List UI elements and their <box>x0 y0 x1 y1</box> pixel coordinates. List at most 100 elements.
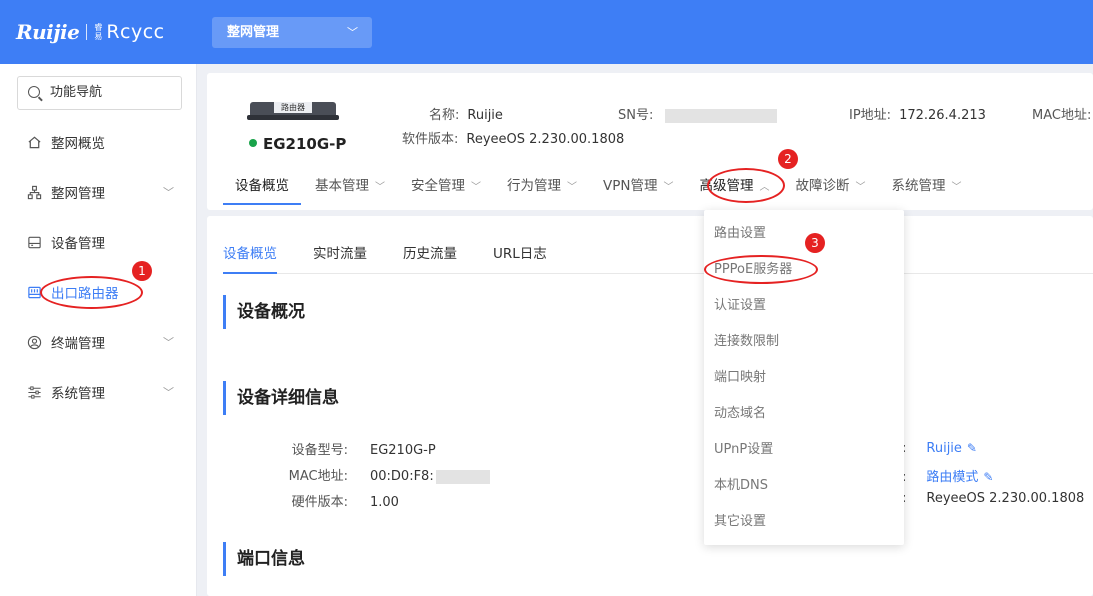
tab-label: 设备概览 <box>235 178 289 194</box>
sn-masked-value <box>665 108 778 123</box>
menu-item-ddns[interactable]: 动态域名 <box>704 396 904 432</box>
software-version-label: 软件版本: <box>402 132 459 147</box>
tab-fault-diagnosis[interactable]: 故障诊断 ﹀ <box>783 169 877 205</box>
home-icon <box>25 133 43 151</box>
detail-right-mode: : 路由模式 ✎ <box>902 470 994 485</box>
menu-item-local-dns[interactable]: 本机DNS <box>704 468 904 504</box>
search-icon <box>28 86 40 98</box>
sn-info: SN号: <box>618 104 778 123</box>
sidebar-item-terminal-management[interactable]: 终端管理 ﹀ <box>0 322 196 362</box>
device-name-info: 名称: Ruijie <box>429 104 503 123</box>
chevron-down-icon: ﹀ <box>163 186 174 199</box>
sidebar: 功能导航 整网概览 整网管理 ﹀ 设备管理 出口路由器 终端管理 ﹀ 系统管理 … <box>0 64 197 596</box>
mac-masked-value <box>435 469 490 484</box>
detail-key: MAC地址: <box>288 469 348 484</box>
work-mode-link[interactable]: 路由模式 <box>926 470 978 485</box>
main-tabs: 设备概览 基本管理 ﹀ 安全管理 ﹀ 行为管理 ﹀ VPN管理 ﹀ 高级管理 ︿ 故障诊断… <box>223 169 975 205</box>
user-icon <box>25 333 43 351</box>
scope-select[interactable]: 整网管理 ﹀ <box>212 17 372 48</box>
router-image-label: 路由器 <box>274 102 312 113</box>
detail-value: EG210G-P <box>370 443 436 458</box>
menu-item-port-mapping[interactable]: 端口映射 <box>704 360 904 396</box>
menu-item-other-settings[interactable]: 其它设置 <box>704 504 904 540</box>
detail-value: 1.00 <box>370 495 399 510</box>
advanced-management-dropdown: 路由设置 PPPoE服务器 认证设置 连接数限制 端口映射 动态域名 UPnP设… <box>704 210 904 545</box>
edit-pencil-icon[interactable]: ✎ <box>967 441 977 455</box>
sidebar-item-label: 整网概览 <box>51 136 105 152</box>
sidebar-item-label: 终端管理 <box>51 336 105 352</box>
section-title-detail: 设备详细信息 <box>223 381 339 415</box>
logo-brand: Ruijie <box>16 20 80 44</box>
topology-icon <box>25 183 43 201</box>
chevron-down-icon: ﹀ <box>663 182 674 193</box>
sub-tabs: 设备概览 实时流量 历史流量 URL日志 <box>223 238 1093 274</box>
ruijie-logo[interactable]: Ruijie 睿易 Rcycc <box>16 18 165 46</box>
device-name-value: Ruijie <box>467 108 503 123</box>
sidebar-item-network-management[interactable]: 整网管理 ﹀ <box>0 172 196 212</box>
tab-system-management[interactable]: 系统管理 ﹀ <box>879 169 973 205</box>
software-version-info: 软件版本: ReyeeOS 2.230.00.1808 <box>402 128 624 147</box>
menu-item-route-settings[interactable]: 路由设置 <box>704 216 904 252</box>
sidebar-item-device-management[interactable]: 设备管理 <box>0 222 196 262</box>
device-info-card: 路由器 EG210G-P 名称: Ruijie 软件版本: ReyeeOS 2.23… <box>207 73 1093 210</box>
tab-basic-management[interactable]: 基本管理 ﹀ <box>303 169 397 205</box>
detail-right-name: : Ruijie ✎ <box>902 441 977 456</box>
detail-value: 00:D0:F8: <box>370 469 434 484</box>
logo-small-text: 睿易 <box>94 23 103 41</box>
tab-label: 故障诊断 <box>795 178 850 194</box>
top-bar: Ruijie 睿易 Rcycc 整网管理 ﹀ <box>0 0 1093 64</box>
chevron-down-icon: ﹀ <box>951 182 962 193</box>
sidebar-item-system-management[interactable]: 系统管理 ﹀ <box>0 372 196 412</box>
detail-right-software: : ReyeeOS 2.230.00.1808 <box>902 491 1085 506</box>
search-label: 功能导航 <box>50 85 103 100</box>
chevron-down-icon: ﹀ <box>163 386 174 399</box>
menu-item-auth-settings[interactable]: 认证设置 <box>704 288 904 324</box>
tab-label: 高级管理 <box>699 178 754 194</box>
chevron-down-icon: ﹀ <box>163 336 174 349</box>
menu-item-connection-limit[interactable]: 连接数限制 <box>704 324 904 360</box>
tab-label: VPN管理 <box>603 178 658 194</box>
menu-item-pppoe-server[interactable]: PPPoE服务器 <box>704 252 904 288</box>
software-version-value: ReyeeOS 2.230.00.1808 <box>926 491 1085 506</box>
tab-behavior-management[interactable]: 行为管理 ﹀ <box>495 169 589 205</box>
logo-separator <box>86 24 88 40</box>
tab-label: 安全管理 <box>411 178 465 194</box>
subtab-device-overview[interactable]: 设备概览 <box>223 238 277 274</box>
section-title-ports: 端口信息 <box>223 542 305 576</box>
tab-advanced-management[interactable]: 高级管理 ︿ <box>687 169 781 205</box>
annotation-badge-3: 3 <box>805 233 825 253</box>
subtab-history-traffic[interactable]: 历史流量 <box>403 238 457 274</box>
sidebar-item-egress-router[interactable]: 出口路由器 <box>0 272 196 312</box>
chevron-down-icon: ﹀ <box>375 182 385 193</box>
mac-info: MAC地址: <box>1032 104 1091 123</box>
subtab-realtime-traffic[interactable]: 实时流量 <box>313 238 367 274</box>
function-nav-search[interactable]: 功能导航 <box>17 76 182 110</box>
chevron-up-icon: ︿ <box>759 182 770 193</box>
edit-pencil-icon[interactable]: ✎ <box>983 470 993 484</box>
device-name-link[interactable]: Ruijie <box>926 441 962 456</box>
logo-product: Rcycc <box>106 21 165 43</box>
scope-select-value: 整网管理 <box>227 25 280 40</box>
device-model-text: EG210G-P <box>263 135 347 153</box>
detail-row-hardware: 硬件版本: 1.00 <box>215 491 399 510</box>
main-content-card: 设备概览 实时流量 历史流量 URL日志 设备概况 设备详细信息 设备型号: EG… <box>207 216 1093 596</box>
chevron-down-icon: ﹀ <box>855 182 866 193</box>
subtab-url-log[interactable]: URL日志 <box>493 238 547 274</box>
sidebar-item-label: 设备管理 <box>51 236 105 252</box>
tab-label: 行为管理 <box>507 178 561 194</box>
chevron-down-icon: ﹀ <box>567 182 577 193</box>
menu-item-upnp[interactable]: UPnP设置 <box>704 432 904 468</box>
detail-key: 设备型号: <box>291 443 348 458</box>
tab-security-management[interactable]: 安全管理 ﹀ <box>399 169 493 205</box>
annotation-badge-2: 2 <box>778 149 798 169</box>
sidebar-item-label: 系统管理 <box>51 386 105 402</box>
detail-row-model: 设备型号: EG210G-P <box>215 439 436 458</box>
sidebar-item-label: 整网管理 <box>51 186 105 202</box>
tab-vpn-management[interactable]: VPN管理 ﹀ <box>591 169 685 205</box>
device-name-label: 名称: <box>429 108 460 123</box>
mac-label: MAC地址: <box>1032 108 1092 123</box>
annotation-badge-1: 1 <box>132 261 152 281</box>
device-icon <box>25 233 43 251</box>
sidebar-item-network-overview[interactable]: 整网概览 <box>0 122 196 162</box>
tab-device-overview[interactable]: 设备概览 <box>223 169 301 205</box>
